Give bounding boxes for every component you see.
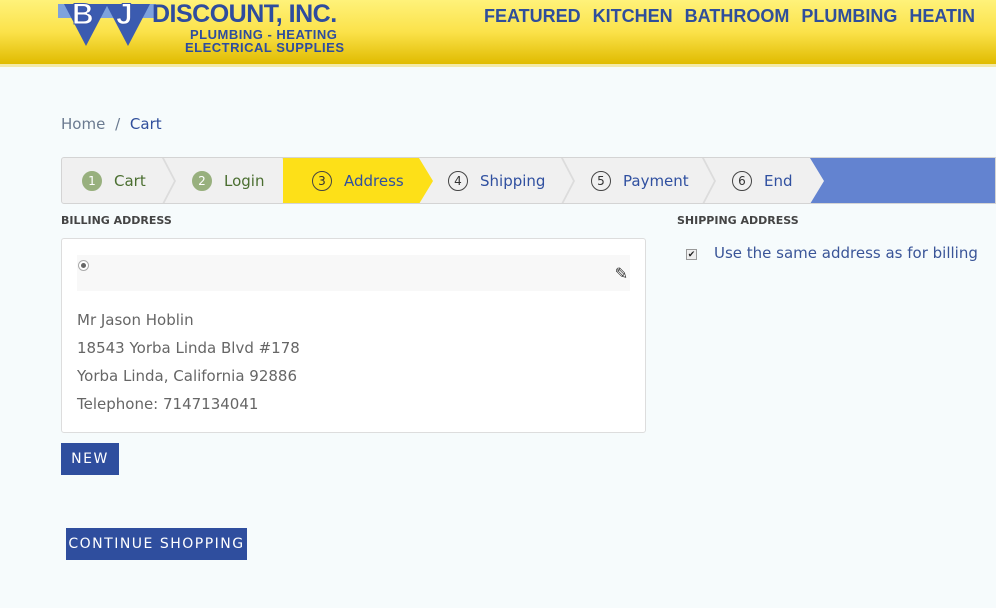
address-phone: Telephone: 7147134041 [77, 395, 259, 413]
step-cart[interactable]: 1 Cart [62, 158, 178, 203]
billing-title: BILLING ADDRESS [61, 214, 172, 227]
step-number: 5 [591, 171, 611, 191]
site-header: B J DISCOUNT, INC. PLUMBING - HEATING EL… [0, 0, 996, 67]
address-street: 18543 Yorba Linda Blvd #178 [77, 339, 300, 357]
step-payment[interactable]: 5 Payment [561, 158, 703, 204]
step-number: 4 [448, 171, 468, 191]
shipping-title: SHIPPING ADDRESS [677, 214, 799, 227]
main-nav: FEATURED KITCHEN BATHROOM PLUMBING HEATI… [484, 6, 975, 27]
step-number: 6 [732, 171, 752, 191]
nav-featured[interactable]: FEATURED [484, 6, 581, 27]
step-shipping[interactable]: 4 Shipping [434, 158, 575, 203]
address-name: Mr Jason Hoblin [77, 311, 194, 329]
step-label: Login [224, 172, 265, 190]
step-end[interactable]: 6 End [702, 158, 822, 204]
step-label: Payment [623, 172, 689, 190]
nav-kitchen[interactable]: KITCHEN [593, 6, 673, 27]
new-address-button[interactable]: NEW [61, 443, 119, 475]
step-address[interactable]: 3 Address [283, 158, 433, 204]
same-address-checkbox[interactable]: ✔ [686, 249, 697, 260]
steps-progress-fill [810, 158, 995, 203]
logo-letter-j: J [116, 0, 134, 32]
step-login[interactable]: 2 Login [162, 158, 296, 204]
breadcrumb: Home / Cart [61, 115, 162, 133]
nav-bathroom[interactable]: BATHROOM [685, 6, 790, 27]
address-radio[interactable] [78, 260, 89, 271]
logo-letter-b: B [72, 0, 95, 32]
step-label: End [764, 172, 793, 190]
address-city: Yorba Linda, California 92886 [77, 367, 297, 385]
breadcrumb-separator: / [115, 115, 121, 133]
step-label: Shipping [480, 172, 546, 190]
nav-heating[interactable]: HEATIN [909, 6, 975, 27]
logo-line2: ELECTRICAL SUPPLIES [185, 40, 345, 55]
edit-pencil-icon[interactable]: ✎ [615, 264, 628, 283]
billing-address-card: ✎ Mr Jason Hoblin 18543 Yorba Linda Blvd… [61, 238, 646, 433]
step-label: Address [344, 172, 404, 190]
breadcrumb-home[interactable]: Home [61, 115, 105, 133]
same-address-label[interactable]: Use the same address as for billing [714, 244, 978, 262]
address-select-bar: ✎ [77, 255, 630, 291]
continue-shopping-button[interactable]: CONTINUE SHOPPING [66, 528, 247, 560]
step-number: 3 [312, 171, 332, 191]
logo[interactable]: B J DISCOUNT, INC. PLUMBING - HEATING EL… [58, 0, 358, 55]
step-number: 1 [82, 171, 102, 191]
step-number: 2 [192, 171, 212, 191]
nav-plumbing[interactable]: PLUMBING [801, 6, 897, 27]
checkout-steps: 1 Cart 2 Login 3 Address 4 Shipping 5 Payment… [61, 157, 996, 204]
breadcrumb-current: Cart [129, 115, 162, 133]
step-label: Cart [114, 172, 146, 190]
logo-name: DISCOUNT, INC. [152, 0, 337, 28]
